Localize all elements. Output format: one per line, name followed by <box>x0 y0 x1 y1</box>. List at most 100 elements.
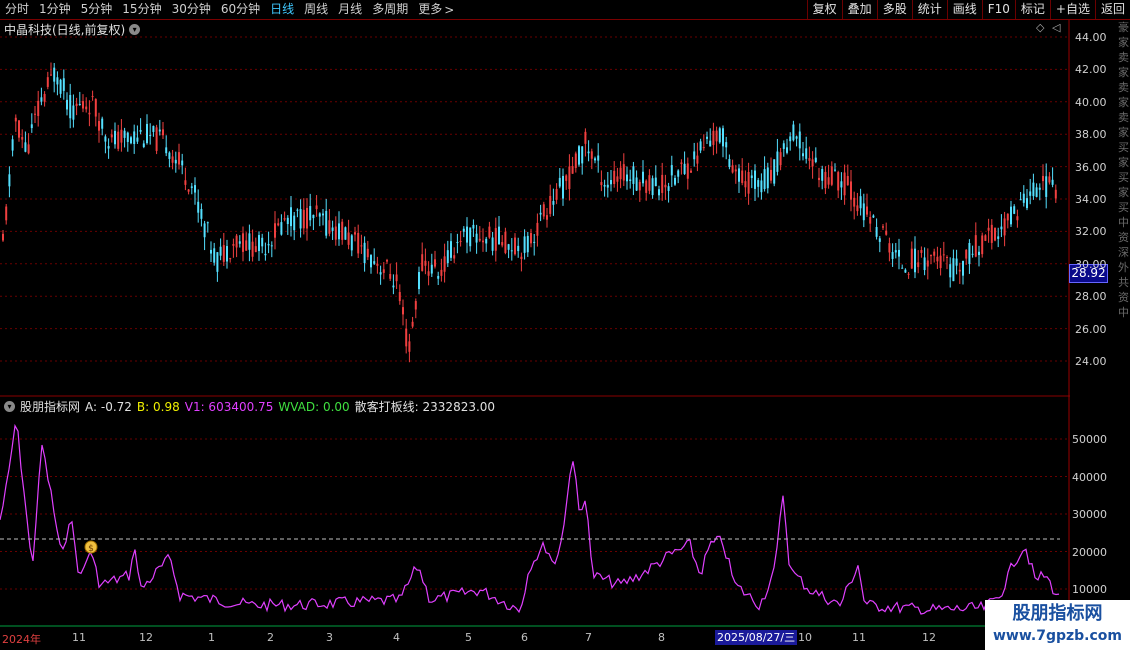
toolbar-button-7[interactable]: +自选 <box>1049 0 1095 19</box>
side-label-strip: 豪家卖家卖家卖家买家买家买中资深外共资中 <box>1118 20 1130 400</box>
candle-body <box>674 177 676 185</box>
candle-body <box>338 223 340 240</box>
candle-body <box>754 170 756 189</box>
indicator-tick-label: 10000 <box>1072 583 1107 596</box>
period-tab-7[interactable]: 周线 <box>299 0 333 19</box>
candle-body <box>808 158 811 161</box>
candle-body <box>930 255 932 257</box>
candle-body <box>226 246 228 262</box>
period-tab-4[interactable]: 30分钟 <box>167 0 216 19</box>
candle-body <box>978 251 980 256</box>
side-label-char: 家 <box>1118 36 1129 49</box>
period-tab-8[interactable]: 月线 <box>333 0 367 19</box>
candle-body <box>398 292 401 302</box>
date-tick-label: 2 <box>267 631 274 644</box>
candle-body <box>56 77 59 85</box>
candle-body <box>498 226 500 245</box>
period-tab-2[interactable]: 5分钟 <box>76 0 118 19</box>
side-label-char: 买 <box>1118 141 1129 154</box>
side-label-char: 卖 <box>1118 111 1129 124</box>
candle-body <box>309 206 312 221</box>
candle-body <box>286 217 289 225</box>
period-tab-9[interactable]: 多周期 <box>367 0 413 19</box>
candle-body <box>1010 206 1012 225</box>
period-tab-0[interactable]: 分时 <box>0 0 34 19</box>
candle-body <box>741 170 744 183</box>
candle-body <box>638 181 641 191</box>
toolbar-button-1[interactable]: 叠加 <box>841 0 877 19</box>
toolbar-button-5[interactable]: F10 <box>981 0 1015 19</box>
candle-body <box>190 186 193 188</box>
toolbar-button-0[interactable]: 复权 <box>806 0 842 19</box>
candle-body <box>8 174 11 187</box>
candle-body <box>27 144 30 154</box>
candle-body <box>539 212 542 215</box>
candle-body <box>629 179 632 181</box>
candle-body <box>690 170 692 173</box>
candle-body <box>66 99 68 110</box>
candle-body <box>926 260 929 267</box>
candle-body <box>53 67 56 82</box>
candle-body <box>837 172 840 191</box>
candle-body <box>386 260 388 262</box>
indicator-tick-label: 50000 <box>1072 433 1107 446</box>
candle-body <box>824 171 827 189</box>
date-tick-label: 10 <box>798 631 812 644</box>
candle-body <box>526 235 529 253</box>
period-tab-10[interactable]: 更多 <box>413 0 447 19</box>
candlestick-series <box>2 62 1057 363</box>
toolbar-button-6[interactable]: 标记 <box>1014 0 1050 19</box>
candle-body <box>642 171 644 184</box>
toolbar-button-4[interactable]: 画线 <box>946 0 982 19</box>
candle-body <box>264 253 267 256</box>
candle-body <box>488 226 491 238</box>
chart-canvas: $ <box>0 20 1070 630</box>
candle-body <box>235 235 238 248</box>
toolbar-button-3[interactable]: 统计 <box>911 0 947 19</box>
candle-body <box>382 269 385 273</box>
candle-body <box>933 251 936 256</box>
candle-body <box>296 209 299 211</box>
candle-body <box>50 74 52 76</box>
candle-body <box>334 226 337 240</box>
candle-body <box>712 130 715 145</box>
date-tick-label: 5 <box>465 631 472 644</box>
candle-body <box>584 131 587 144</box>
candle-body <box>290 207 292 227</box>
period-tab-5[interactable]: 60分钟 <box>216 0 265 19</box>
candle-body <box>280 222 283 235</box>
candle-body <box>424 260 427 266</box>
candle-body <box>770 169 772 181</box>
candle-body <box>603 184 606 187</box>
candle-body <box>453 255 456 259</box>
candle-body <box>520 256 523 260</box>
candle-body <box>917 262 920 268</box>
candle-body <box>283 218 286 220</box>
date-tick-label: 12 <box>922 631 936 644</box>
period-tab-1[interactable]: 1分钟 <box>34 0 76 19</box>
toolbar-button-8[interactable]: 返回 <box>1094 0 1130 19</box>
candle-body <box>408 341 411 352</box>
period-tab-6[interactable]: 日线 <box>265 0 299 19</box>
candle-body <box>418 272 420 290</box>
candle-body <box>325 210 328 236</box>
candle-body <box>974 235 977 257</box>
toolbar-button-2[interactable]: 多股 <box>876 0 912 19</box>
candle-body <box>181 160 184 166</box>
candle-body <box>363 242 366 264</box>
candle-body <box>133 131 136 145</box>
chevron-right-icon[interactable]: > <box>444 3 454 17</box>
candle-body <box>478 238 481 241</box>
price-tick-label: 40.00 <box>1075 95 1107 109</box>
candle-body <box>389 273 392 279</box>
candle-body <box>693 151 696 160</box>
candle-body <box>610 180 612 185</box>
candle-body <box>782 143 785 149</box>
candle-body <box>302 209 305 229</box>
date-tick-label: 7 <box>585 631 592 644</box>
candle-body <box>37 100 40 116</box>
candle-body <box>254 246 257 253</box>
period-tab-3[interactable]: 15分钟 <box>117 0 166 19</box>
chevron-down-icon[interactable]: ▾ <box>4 401 15 412</box>
candle-body <box>200 209 203 219</box>
